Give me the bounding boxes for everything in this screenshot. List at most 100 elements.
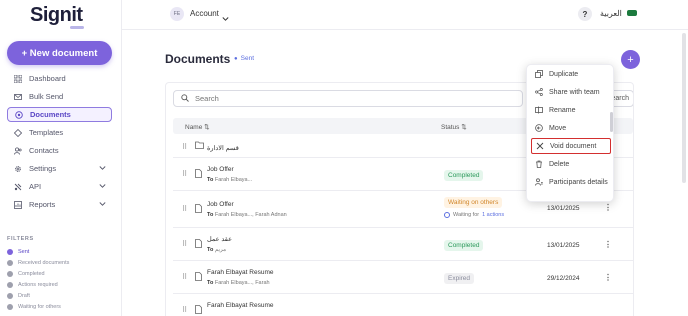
menu-item-label: Move <box>549 124 567 132</box>
api-icon <box>13 182 22 191</box>
document-date: 29/12/2024 <box>547 275 580 282</box>
filter-received[interactable]: Received documents <box>7 258 69 267</box>
filter-waiting[interactable]: Waiting for others <box>7 302 61 311</box>
sidebar-item-templates[interactable]: Templates <box>7 125 112 140</box>
filter-tag[interactable]: ● Sent <box>234 55 254 62</box>
template-icon <box>13 128 22 137</box>
table-row[interactable]: ⠿ Farah Elbayat Resume To Farah Elbaya..… <box>173 261 633 294</box>
trash-icon <box>535 160 543 168</box>
logo-underline <box>70 26 84 29</box>
chevron-down-icon[interactable] <box>222 9 229 27</box>
sidebar-item-label: Reports <box>29 200 56 209</box>
progress-ring-icon <box>444 212 450 218</box>
documents-icon <box>14 110 23 119</box>
avatar[interactable]: FE <box>170 7 184 21</box>
menu-item-rename[interactable]: Rename <box>531 102 611 118</box>
chevron-down-icon[interactable] <box>99 182 106 191</box>
sidebar-item-label: Contacts <box>29 146 59 155</box>
actions-link[interactable]: 1 actions <box>482 212 504 218</box>
document-icon <box>195 169 202 180</box>
menu-item-void-document[interactable]: Void document <box>531 138 611 154</box>
menu-scrollbar[interactable] <box>610 112 613 132</box>
chevron-down-icon[interactable] <box>99 200 106 209</box>
drag-handle-icon[interactable]: ⠿ <box>182 273 187 281</box>
drag-handle-icon[interactable]: ⠿ <box>182 143 187 151</box>
menu-item-move[interactable]: Move <box>531 120 611 136</box>
drag-handle-icon[interactable]: ⠿ <box>182 306 187 314</box>
sidebar-item-bulk-send[interactable]: Bulk Send <box>7 89 112 104</box>
menu-item-share[interactable]: Share with team <box>531 84 611 100</box>
filter-dot-icon <box>7 270 13 277</box>
filter-dot-icon <box>7 292 13 299</box>
drag-handle-icon[interactable]: ⠿ <box>182 170 187 178</box>
logo[interactable]: Signit <box>30 4 83 27</box>
menu-item-label: Participants details <box>549 178 608 186</box>
filter-draft[interactable]: Draft <box>7 291 30 300</box>
menu-item-participants[interactable]: Participants details <box>531 174 611 190</box>
more-actions-icon[interactable]: ⋮ <box>604 203 612 212</box>
new-document-button[interactable]: + New document <box>7 41 112 65</box>
search-icon <box>181 93 189 104</box>
filter-dot-icon <box>7 303 13 310</box>
filter-dot-icon <box>7 248 13 255</box>
menu-item-delete[interactable]: Delete <box>531 156 611 172</box>
document-date: 13/01/2025 <box>547 205 580 212</box>
sidebar-item-label: API <box>29 182 42 191</box>
document-name: Farah Elbayat Resume <box>207 269 274 276</box>
filter-dot-icon <box>7 259 13 266</box>
document-icon <box>195 305 202 316</box>
filter-label: Completed <box>18 270 45 277</box>
sidebar-item-reports[interactable]: Reports <box>7 197 112 212</box>
search-input[interactable] <box>195 94 495 103</box>
more-actions-icon[interactable]: ⋮ <box>604 240 612 249</box>
document-name: Job Offer <box>207 166 234 173</box>
document-date: 13/01/2025 <box>547 242 580 249</box>
drag-handle-icon[interactable]: ⠿ <box>182 240 187 248</box>
sidebar-item-label: Settings <box>29 164 57 173</box>
search-box[interactable] <box>173 90 523 107</box>
filter-label: Draft <box>18 292 30 299</box>
sidebar-item-documents[interactable]: Documents <box>7 107 112 122</box>
filter-label: Sent <box>18 248 30 255</box>
sidebar-item-label: Templates <box>29 128 64 137</box>
waiting-for: Waiting for 1 actions <box>444 212 504 218</box>
language-switch[interactable]: العربية <box>600 9 622 18</box>
sidebar-item-settings[interactable]: Settings <box>7 161 112 176</box>
tag-icon: ● <box>234 55 238 62</box>
filter-actions-required[interactable]: Actions required <box>7 280 58 289</box>
filter-sent[interactable]: Sent <box>7 247 29 256</box>
menu-item-label: Rename <box>549 106 576 114</box>
add-button[interactable]: + <box>621 50 640 69</box>
filter-dot-icon <box>7 281 13 288</box>
account-menu[interactable]: Account <box>190 9 219 18</box>
page-scrollbar[interactable] <box>682 33 686 183</box>
chevron-down-icon[interactable] <box>99 164 106 173</box>
filter-label: Waiting for others <box>18 303 61 310</box>
recipients: To مريم <box>207 247 227 253</box>
help-button[interactable]: ? <box>578 7 592 21</box>
rename-icon <box>535 106 543 114</box>
status-badge: Completed <box>444 170 484 181</box>
column-name[interactable]: Name ⇅ <box>185 123 210 131</box>
filter-completed[interactable]: Completed <box>7 269 45 278</box>
document-name: Job Offer <box>207 201 234 208</box>
drag-handle-icon[interactable]: ⠿ <box>182 205 187 213</box>
close-icon <box>536 142 544 150</box>
sidebar-item-api[interactable]: API <box>7 179 112 194</box>
sidebar-item-contacts[interactable]: Contacts <box>7 143 112 158</box>
recipients: To Farah Elbaya..., Farah <box>207 280 270 286</box>
folder-name: قسم الادارة <box>207 145 239 152</box>
menu-item-duplicate[interactable]: Duplicate <box>531 66 611 82</box>
sidebar-item-label: Documents <box>30 110 71 119</box>
filter-tag-label: Sent <box>240 55 254 62</box>
sidebar-item-label: Bulk Send <box>29 92 64 101</box>
filter-label: Received documents <box>18 259 70 266</box>
recipients: To Farah Elbaya... <box>207 177 253 183</box>
page-title: Documents <box>165 52 231 66</box>
more-actions-icon[interactable]: ⋮ <box>604 273 612 282</box>
column-status[interactable]: Status ⇅ <box>441 123 467 131</box>
table-row[interactable]: ⠿ عقد عمل To مريم Completed 13/01/2025 ⋮ <box>173 228 633 261</box>
document-icon <box>195 204 202 215</box>
sidebar-item-dashboard[interactable]: Dashboard <box>7 71 112 86</box>
table-row[interactable]: ⠿ Farah Elbayat Resume <box>173 294 633 316</box>
